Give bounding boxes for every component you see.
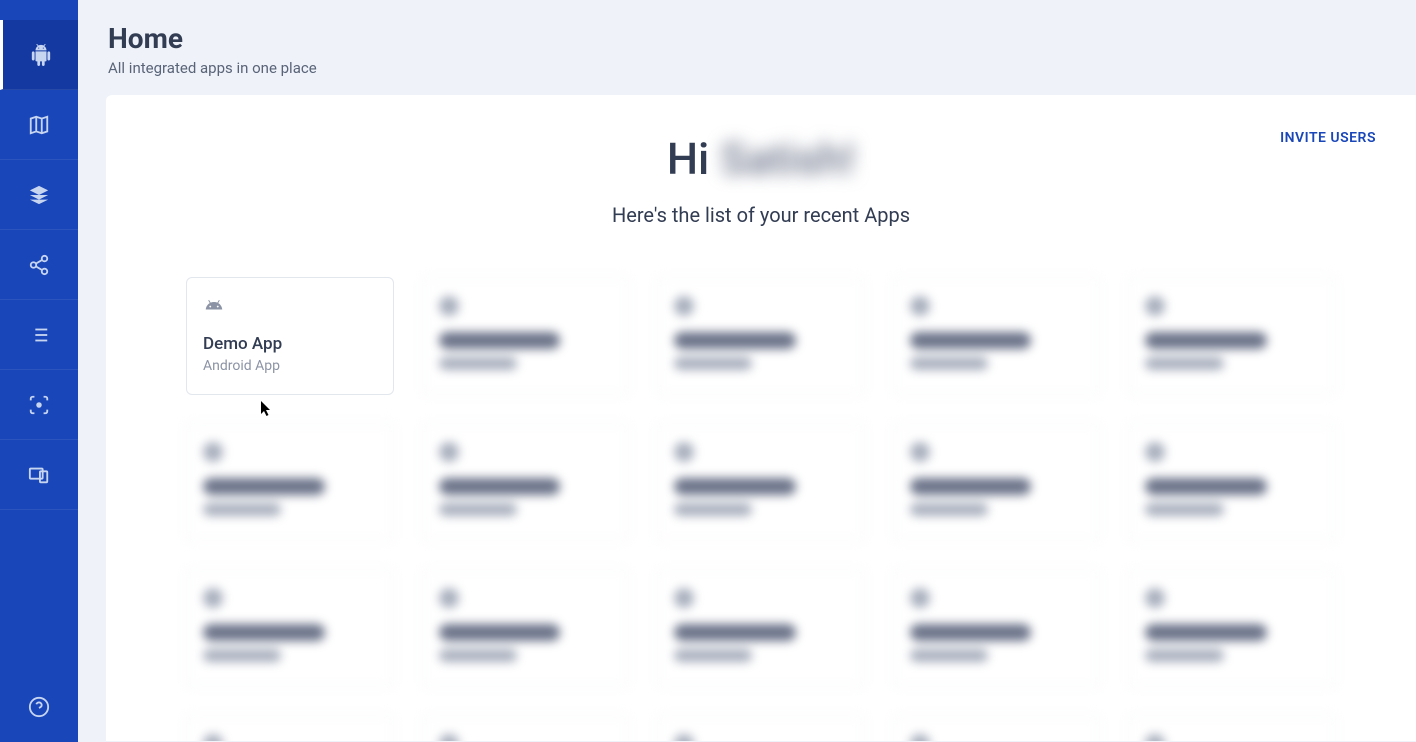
devices-icon [28, 464, 50, 486]
scan-icon [28, 394, 50, 416]
app-card [657, 569, 865, 687]
app-name [910, 624, 1032, 641]
app-card [893, 569, 1101, 687]
app-icon-placeholder [203, 734, 223, 741]
app-name [1145, 624, 1267, 641]
sidebar-item-layers[interactable] [0, 160, 78, 230]
share-icon [28, 254, 50, 276]
app-name [439, 624, 561, 641]
app-name [910, 332, 1032, 349]
app-card [186, 569, 394, 687]
app-name [1145, 332, 1267, 349]
app-type [674, 357, 752, 370]
app-icon-placeholder [910, 588, 930, 608]
app-name [203, 478, 325, 495]
app-card [422, 423, 630, 541]
app-card [657, 277, 865, 395]
app-card [1128, 569, 1336, 687]
app-icon-placeholder [439, 296, 459, 316]
sidebar [0, 0, 78, 742]
app-icon-placeholder [439, 734, 459, 741]
app-type [1145, 357, 1223, 370]
app-card [422, 715, 630, 741]
greeting-prefix: Hi [667, 133, 709, 185]
app-card [186, 423, 394, 541]
list-icon [28, 324, 50, 346]
app-type: Android App [203, 358, 377, 374]
sidebar-item-devices[interactable] [0, 440, 78, 510]
app-type [910, 503, 988, 516]
app-card [186, 715, 394, 741]
app-icon-placeholder [910, 734, 930, 741]
app-type [1145, 649, 1223, 662]
app-card [657, 715, 865, 741]
map-icon [28, 114, 50, 136]
app-name [1145, 478, 1267, 495]
content-panel: INVITE USERS Hi Satish! Here's the list … [106, 95, 1416, 741]
greeting: Hi Satish! Here's the list of your recen… [146, 133, 1376, 227]
sidebar-help[interactable] [0, 682, 78, 732]
sidebar-item-map[interactable] [0, 90, 78, 160]
invite-users-link[interactable]: INVITE USERS [1280, 130, 1376, 146]
app-icon-placeholder [910, 442, 930, 462]
app-icon-placeholder [1145, 296, 1165, 316]
app-type [674, 649, 752, 662]
apps-grid: Demo App Android App [146, 277, 1376, 741]
app-type [203, 503, 281, 516]
sidebar-item-scan[interactable] [0, 370, 78, 440]
app-icon-placeholder [1145, 442, 1165, 462]
app-name [674, 478, 796, 495]
app-type [1145, 503, 1223, 516]
app-name [674, 624, 796, 641]
app-type [439, 649, 517, 662]
main: Home All integrated apps in one place IN… [78, 0, 1416, 742]
app-card [893, 423, 1101, 541]
help-icon [28, 696, 50, 718]
app-type [439, 357, 517, 370]
page-subtitle: All integrated apps in one place [108, 59, 1386, 77]
sidebar-item-list[interactable] [0, 300, 78, 370]
android-icon [203, 296, 377, 318]
app-card [422, 569, 630, 687]
greeting-heading: Hi Satish! [146, 133, 1376, 185]
app-name [439, 332, 561, 349]
app-card [893, 277, 1101, 395]
app-card [1128, 423, 1336, 541]
page-title: Home [108, 22, 1386, 55]
app-name [203, 624, 325, 641]
app-type [203, 649, 281, 662]
app-card [422, 277, 630, 395]
app-card [1128, 277, 1336, 395]
app-type [439, 503, 517, 516]
sidebar-item-share[interactable] [0, 230, 78, 300]
app-icon-placeholder [203, 588, 223, 608]
app-icon-placeholder [203, 442, 223, 462]
greeting-subtitle: Here's the list of your recent Apps [146, 203, 1376, 227]
app-card [1128, 715, 1336, 741]
layers-icon [28, 184, 50, 206]
app-icon-placeholder [674, 588, 694, 608]
sidebar-item-android[interactable] [0, 20, 78, 90]
app-card[interactable]: Demo App Android App [186, 277, 394, 395]
app-icon-placeholder [439, 442, 459, 462]
app-name [910, 478, 1032, 495]
page-header: Home All integrated apps in one place [78, 0, 1416, 95]
app-name [439, 478, 561, 495]
app-icon-placeholder [1145, 734, 1165, 741]
app-icon-placeholder [1145, 588, 1165, 608]
app-icon-placeholder [674, 442, 694, 462]
app-type [674, 503, 752, 516]
app-type [910, 357, 988, 370]
app-name: Demo App [203, 334, 377, 354]
app-icon-placeholder [674, 296, 694, 316]
app-icon-placeholder [439, 588, 459, 608]
app-icon-placeholder [674, 734, 694, 741]
app-icon-placeholder [910, 296, 930, 316]
android-icon [30, 44, 52, 66]
app-name [674, 332, 796, 349]
greeting-name: Satish! [720, 133, 855, 185]
app-card [657, 423, 865, 541]
app-card [893, 715, 1101, 741]
app-type [910, 649, 988, 662]
